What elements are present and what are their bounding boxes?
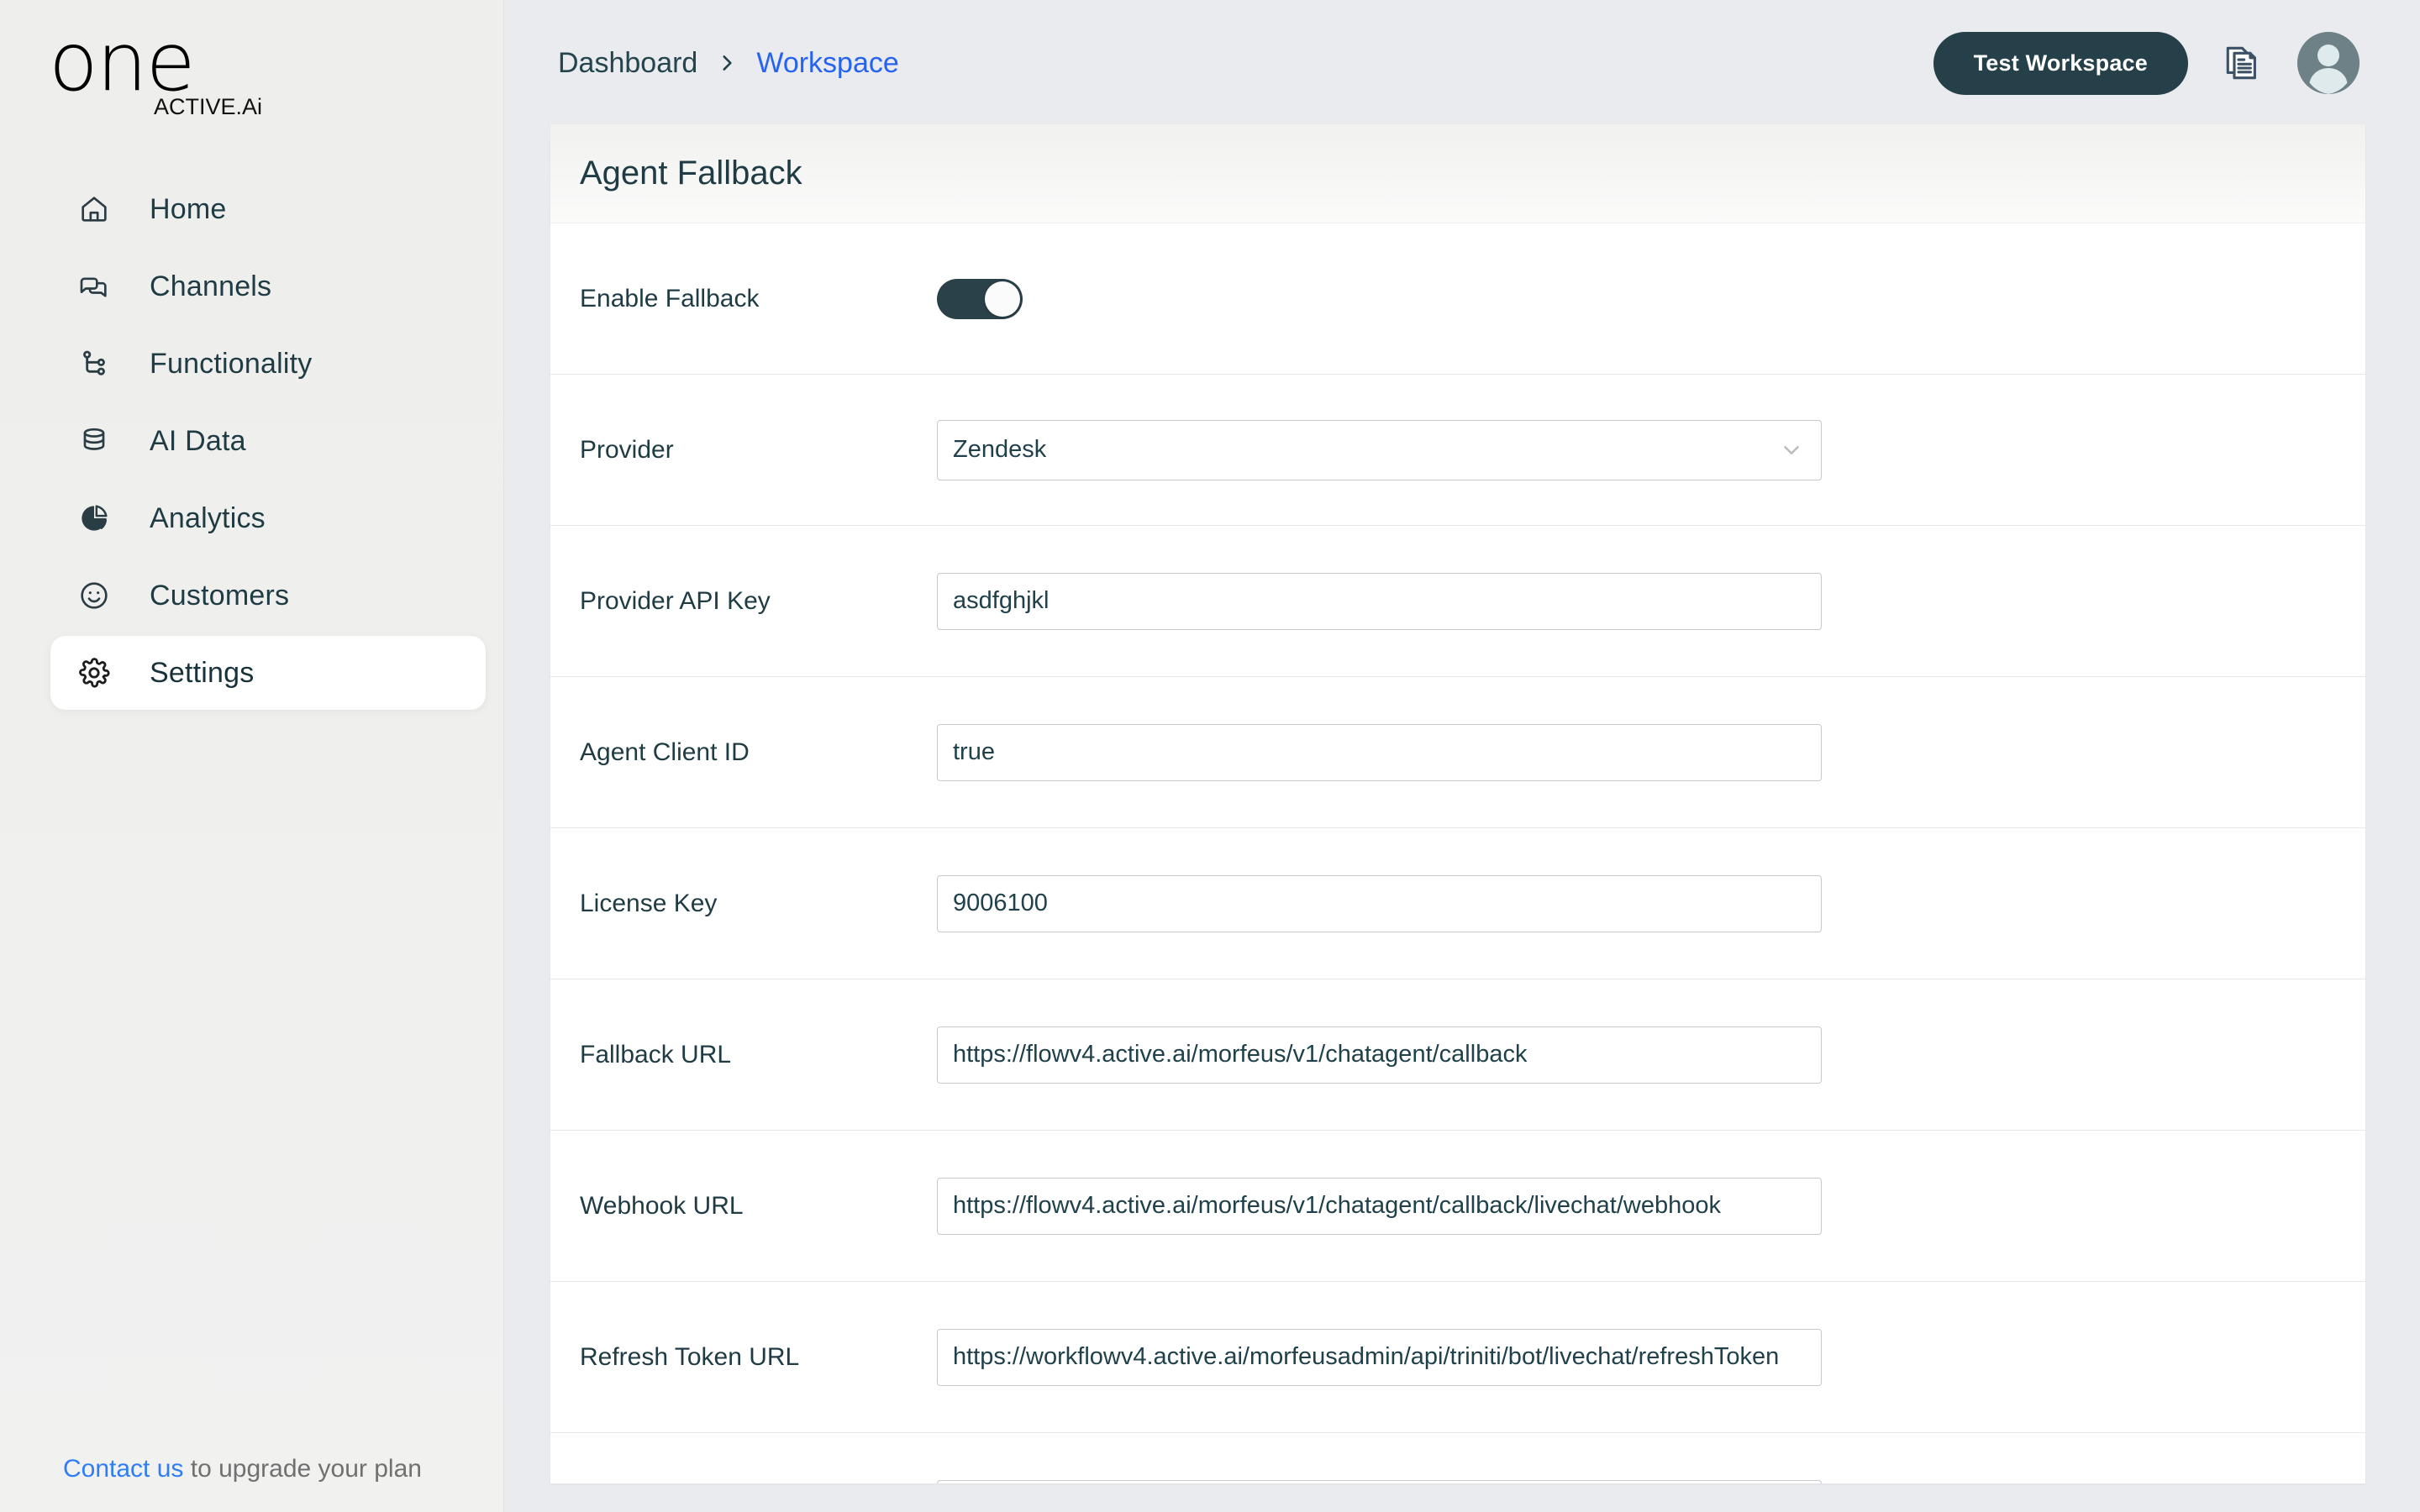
field-control: https://workflowv4.active.ai/morfeusadmi… [937, 1328, 2365, 1386]
main-content: Dashboard Workspace Test Workspace Agent… [504, 0, 2420, 1512]
form-row-agent-client-id: Agent Client ID true [550, 677, 2365, 828]
sidebar-item-label: Analytics [150, 501, 266, 534]
field-control: Zendesk [937, 419, 2365, 480]
app-root: one ACTIVE.Ai Home Channels Functionalit… [0, 0, 2420, 1512]
enable-fallback-toggle[interactable] [937, 278, 1023, 319]
chat-bubbles-icon [74, 266, 114, 307]
sidebar-item-analytics[interactable]: Analytics [50, 481, 486, 555]
avatar[interactable] [2297, 32, 2360, 94]
field-control: https://flowv4.active.ai/morfeus/v1/chat… [937, 1026, 2365, 1084]
field-label: Provider [580, 435, 674, 464]
smiley-icon [74, 575, 114, 616]
sidebar-item-label: Functionality [150, 347, 313, 380]
brand-logo[interactable]: one ACTIVE.Ai [49, 15, 267, 120]
input-value: true [953, 738, 995, 765]
field-label: Refresh Token URL [580, 1342, 800, 1371]
fallback-url-input[interactable]: https://flowv4.active.ai/morfeus/v1/chat… [937, 1026, 1822, 1084]
license-key-input[interactable]: 9006100 [937, 874, 1822, 932]
form-row-license-key: License Key 9006100 [550, 828, 2365, 979]
sidebar-item-label: Home [150, 192, 227, 225]
chevron-right-icon [716, 52, 738, 74]
copy-documents-icon[interactable] [2220, 40, 2265, 86]
contact-us-link[interactable]: Contact us [63, 1455, 183, 1483]
field-control: 9006100 [937, 874, 2365, 932]
form-row-refresh-token-url: Refresh Token URL https://workflowv4.act… [550, 1282, 2365, 1433]
sidebar-item-label: Channels [150, 270, 272, 302]
database-icon [74, 421, 114, 461]
form-row-fallback-url: Fallback URL https://flowv4.active.ai/mo… [550, 979, 2365, 1131]
page-title: Agent Fallback [580, 155, 802, 192]
field-control: asdfghjkl [937, 572, 2365, 630]
upgrade-plan-text: to upgrade your plan [183, 1455, 422, 1483]
field-label: Enable Fallback [580, 284, 760, 312]
sidebar-item-functionality[interactable]: Functionality [50, 327, 486, 401]
sidebar-item-channels[interactable]: Channels [50, 249, 486, 323]
provider-select[interactable]: Zendesk [937, 419, 1822, 480]
field-label: License Key [580, 889, 718, 917]
input-value: https://workflowv4.active.ai/morfeusadmi… [953, 1343, 1780, 1370]
form-row-webhook-url: Webhook URL https://flowv4.active.ai/mor… [550, 1131, 2365, 1282]
upgrade-plan-banner: Contact us to upgrade your plan [63, 1455, 422, 1483]
sidebar-nav: Home Channels Functionality AI Data Anal… [0, 172, 504, 710]
card-header: Agent Fallback [550, 124, 2365, 223]
field-control: https://flowv4.active.ai/morfeus/v1/chat… [937, 1177, 2365, 1235]
input-value: https://flowv4.active.ai/morfeus/v1/chat… [953, 1041, 1528, 1068]
test-workspace-button[interactable]: Test Workspace [1933, 31, 2188, 95]
top-bar: Dashboard Workspace Test Workspace [504, 0, 2420, 126]
live-chat-scopes-input[interactable]: customers:own , webhooks--my:rw , custom… [937, 1480, 1822, 1483]
gear-icon [74, 653, 114, 693]
breadcrumb-dashboard[interactable]: Dashboard [558, 47, 697, 80]
form-row-enable-fallback: Enable Fallback [550, 223, 2365, 375]
top-bar-actions: Test Workspace [1933, 31, 2360, 95]
sidebar-item-home[interactable]: Home [50, 172, 486, 246]
input-value: 9006100 [953, 890, 1048, 916]
field-label: Fallback URL [580, 1040, 732, 1068]
refresh-token-url-input[interactable]: https://workflowv4.active.ai/morfeusadmi… [937, 1328, 1822, 1386]
input-value: https://flowv4.active.ai/morfeus/v1/chat… [953, 1192, 1721, 1219]
field-control: true [937, 723, 2365, 781]
logo-wordmark: one [49, 15, 196, 109]
field-label: Provider API Key [580, 586, 771, 615]
webhook-url-input[interactable]: https://flowv4.active.ai/morfeus/v1/chat… [937, 1177, 1822, 1235]
field-control [937, 278, 2365, 319]
agent-fallback-card: Agent Fallback Enable Fallback Provider … [550, 124, 2365, 1483]
provider-selected-value: Zendesk [953, 436, 1047, 463]
breadcrumb: Dashboard Workspace [558, 47, 899, 80]
sidebar-item-ai-data[interactable]: AI Data [50, 404, 486, 478]
agent-client-id-input[interactable]: true [937, 723, 1822, 781]
toggle-knob [985, 281, 1020, 317]
field-label: Agent Client ID [580, 738, 750, 766]
sidebar-item-settings[interactable]: Settings [50, 636, 486, 710]
branch-icon [74, 344, 114, 384]
input-value: asdfghjkl [953, 587, 1050, 614]
breadcrumb-workspace[interactable]: Workspace [756, 47, 898, 80]
pie-chart-icon [74, 498, 114, 538]
field-control: customers:own , webhooks--my:rw , custom… [937, 1480, 2365, 1483]
chevron-down-icon [1779, 438, 1804, 463]
form-row-provider-api-key: Provider API Key asdfghjkl [550, 526, 2365, 677]
sidebar: one ACTIVE.Ai Home Channels Functionalit… [0, 0, 504, 1512]
form-row-live-chat-scopes: Live Chat Scopes customers:own , webhook… [550, 1433, 2365, 1483]
sidebar-item-label: Customers [150, 579, 290, 612]
provider-api-key-input[interactable]: asdfghjkl [937, 572, 1822, 630]
field-label: Webhook URL [580, 1191, 744, 1220]
form-row-provider: Provider Zendesk [550, 375, 2365, 526]
home-icon [74, 189, 114, 229]
sidebar-item-customers[interactable]: Customers [50, 559, 486, 633]
sidebar-item-label: AI Data [150, 424, 246, 457]
sidebar-item-label: Settings [150, 656, 255, 689]
